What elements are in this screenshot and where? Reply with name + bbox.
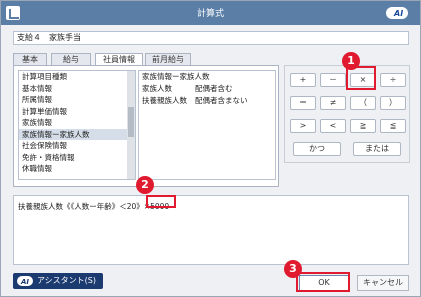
logo-text: AI — [394, 9, 404, 18]
greater-than-button[interactable]: > — [290, 119, 316, 133]
greater-equal-button[interactable]: ≧ — [350, 119, 376, 133]
list-item[interactable]: 所属情報 — [19, 94, 135, 106]
callout-2: 2 — [136, 176, 154, 194]
callout-3: 3 — [284, 260, 302, 278]
detail-list-row[interactable]: 家族人数 配偶者含む — [139, 83, 275, 95]
detail-name: 扶養親族人数 — [142, 96, 187, 105]
callout-1: 1 — [342, 52, 360, 70]
not-equal-button[interactable]: ≠ — [320, 96, 346, 110]
item-panel: 計算項目種類 基本情報 所属情報 計算単価情報 家族情報 家族情報ー家族人数 社… — [13, 65, 279, 187]
item-name-field: 支給４ 家族手当 — [13, 31, 409, 45]
scrollbar-thumb[interactable] — [128, 107, 134, 137]
detail-list-row[interactable]: 扶養親族人数 配偶者含まない — [139, 95, 275, 107]
divide-button[interactable]: ÷ — [380, 73, 406, 87]
detail-note: 配偶者含まない — [195, 96, 248, 105]
item-category-list[interactable]: 計算項目種類 基本情報 所属情報 計算単価情報 家族情報 家族情報ー家族人数 社… — [18, 70, 136, 180]
window-title: 計算式 — [196, 9, 224, 19]
formula-editor[interactable]: 扶養親族人数《《人数ー年齢》＜20》×5000 — [13, 195, 409, 265]
or-button[interactable]: または — [353, 142, 401, 156]
ok-highlight — [296, 272, 350, 292]
close-paren-button[interactable]: ） — [380, 96, 406, 110]
detail-name: 家族人数 — [142, 84, 172, 93]
list-item[interactable]: 休職情報 — [19, 163, 135, 175]
calculation-dialog: 計算式 AI 支給４ 家族手当 基本 給与 社員情報 前月給与 計算項目種類 基… — [0, 0, 421, 297]
plus-button[interactable]: + — [290, 73, 316, 87]
less-equal-button[interactable]: ≦ — [380, 119, 406, 133]
cancel-button[interactable]: キャンセル — [357, 275, 409, 291]
title-bar: 計算式 AI — [1, 1, 420, 25]
open-paren-button[interactable]: （ — [350, 96, 376, 110]
minus-button[interactable]: － — [320, 73, 346, 87]
list-item[interactable]: 家族情報 — [19, 117, 135, 129]
list-item-selected[interactable]: 家族情報ー家族人数 — [19, 128, 135, 140]
less-than-button[interactable]: < — [320, 119, 346, 133]
ai-assistant-button[interactable]: AI アシスタント(S) — [13, 273, 103, 289]
list-item[interactable]: 計算単価情報 — [19, 106, 135, 118]
list-item[interactable]: 社会保険情報 — [19, 140, 135, 152]
detail-note: 配偶者含む — [195, 84, 233, 93]
item-detail-list[interactable]: 家族情報ー家族人数 家族人数 配偶者含む 扶養親族人数 配偶者含まない — [138, 70, 276, 180]
list-scrollbar[interactable] — [127, 71, 135, 179]
detail-list-header: 家族情報ー家族人数 — [142, 72, 210, 81]
list-item[interactable]: 計算項目種類 — [19, 71, 135, 83]
assistant-label: アシスタント(S) — [37, 276, 96, 285]
equals-button[interactable]: ＝ — [290, 96, 316, 110]
formula-highlight — [146, 195, 176, 208]
list-item[interactable]: 基本情報 — [19, 83, 135, 95]
ai-logo-icon: AI — [17, 275, 35, 287]
list-item[interactable]: 免許・資格情報 — [19, 152, 135, 164]
ai-cloud-logo: AI — [386, 4, 414, 22]
and-button[interactable]: かつ — [293, 142, 341, 156]
